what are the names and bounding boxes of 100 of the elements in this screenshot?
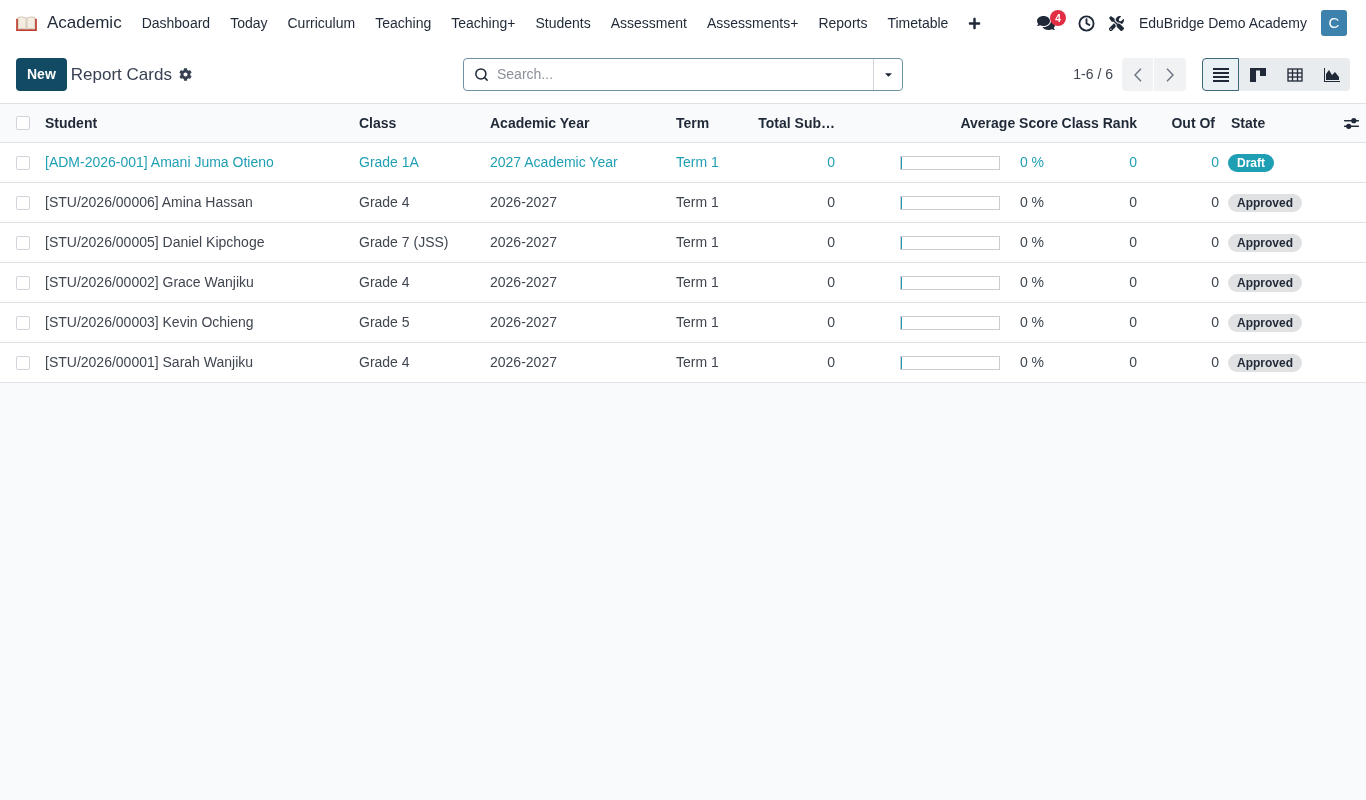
table-row[interactable]: [STU/2026/00006] Amina Hassan Grade 4 2026-2027 Term 1 0 0 % 0 0 Approved xyxy=(0,183,1366,223)
column-header[interactable]: State xyxy=(1231,112,1266,134)
table-cell-text: 0 xyxy=(1129,273,1137,292)
column-header[interactable]: Term xyxy=(676,112,710,134)
view-switch-button[interactable] xyxy=(1239,58,1276,91)
table-row[interactable]: [STU/2026/00003] Kevin Ochieng Grade 5 2026-2027 Term 1 0 0 % 0 0 Approved xyxy=(0,303,1366,343)
checkbox[interactable] xyxy=(16,355,30,370)
next-page-button[interactable] xyxy=(1154,58,1186,91)
table-cell-text: 0 xyxy=(827,313,835,332)
menu-item[interactable]: Reports xyxy=(808,12,878,34)
chevron-left-icon xyxy=(1133,67,1142,82)
area-chart-icon xyxy=(1323,67,1340,82)
table-cell-text: Term 1 xyxy=(676,273,719,292)
table-cell-text: 0 xyxy=(1129,153,1137,172)
table-cell-text: [STU/2026/00005] Daniel Kipchoge xyxy=(45,233,265,252)
column-header[interactable]: Total Sub… xyxy=(758,112,835,134)
table-cell-text: 0 xyxy=(1211,353,1219,372)
menu-item[interactable]: Curriculum xyxy=(277,12,366,34)
table-cell-text: Grade 1A xyxy=(359,153,419,172)
table-cell-text: Term 1 xyxy=(676,353,719,372)
table-cell-text: 0 % xyxy=(1019,153,1044,172)
menu-item[interactable]: Timetable xyxy=(877,12,959,34)
table-cell-text: 0 xyxy=(1211,193,1219,212)
user-avatar[interactable]: C xyxy=(1321,10,1347,36)
table-cell-text: 0 % xyxy=(1019,353,1044,372)
list-view-icon xyxy=(1212,67,1229,82)
pager-value[interactable]: 1-6 / 6 xyxy=(1073,64,1113,85)
table-cell-text: Grade 5 xyxy=(359,313,410,332)
table-cell-text: Grade 7 (JSS) xyxy=(359,233,449,252)
checkbox[interactable] xyxy=(16,235,30,250)
previous-page-button[interactable] xyxy=(1122,58,1154,91)
view-switch-button[interactable] xyxy=(1202,58,1239,91)
search-input[interactable]: Search... xyxy=(497,59,873,90)
table-cell-text: 2026-2027 xyxy=(490,233,557,252)
column-header[interactable]: Average Score xyxy=(960,112,1058,134)
table-cell-text: 0 xyxy=(1211,313,1219,332)
view-switch-button[interactable] xyxy=(1313,58,1350,91)
table-cell-text: 0 % xyxy=(1019,273,1044,292)
checkbox[interactable] xyxy=(16,116,30,130)
table-cell-text: 0 xyxy=(1129,193,1137,212)
table-cell-text: Term 1 xyxy=(676,313,719,332)
table-row[interactable]: [STU/2026/00005] Daniel Kipchoge Grade 7 (JSS) 2026-2027 Term 1 0 0 % 0 0 Approved xyxy=(0,223,1366,263)
column-header[interactable]: Class Rank xyxy=(1061,112,1137,134)
menu-item[interactable]: Dashboard xyxy=(131,12,221,34)
menu-item[interactable]: Students xyxy=(525,12,601,34)
status-badge: Approved xyxy=(1228,193,1302,212)
table-cell-text: [STU/2026/00006] Amina Hassan xyxy=(45,193,253,212)
status-badge: Approved xyxy=(1228,313,1302,332)
company-name[interactable]: EduBridge Demo Academy xyxy=(1138,12,1307,34)
plus-icon xyxy=(968,16,982,30)
table-cell-text: 0 xyxy=(827,153,835,172)
table-cell-text: 0 xyxy=(827,233,835,252)
status-badge: Draft xyxy=(1228,153,1274,172)
column-header[interactable]: Academic Year xyxy=(490,112,590,134)
table-cell-text: Term 1 xyxy=(676,193,719,212)
table-cell-text: [STU/2026/00003] Kevin Ochieng xyxy=(45,313,254,332)
table-cell-text: 0 xyxy=(1211,273,1219,292)
table-cell-text: 2026-2027 xyxy=(490,353,557,372)
app-name[interactable]: Academic xyxy=(47,10,122,36)
table-cell-text: 0 xyxy=(1211,153,1219,172)
kanban-view-icon xyxy=(1249,67,1266,82)
table-cell-text: 0 % xyxy=(1019,193,1044,212)
open-book-icon xyxy=(16,15,37,31)
search-icon xyxy=(474,67,489,82)
menu-item[interactable]: Assessment xyxy=(600,12,697,34)
new-button[interactable]: New xyxy=(16,58,67,91)
settings-icon xyxy=(178,68,192,81)
status-badge: Approved xyxy=(1228,353,1302,372)
menu-item[interactable]: Today xyxy=(220,12,278,34)
table-cell-text: [ADM-2026-001] Amani Juma Otieno xyxy=(45,153,274,172)
table-row[interactable]: [STU/2026/00001] Sarah Wanjiku Grade 4 2026-2027 Term 1 0 0 % 0 0 Approved xyxy=(0,343,1366,383)
search-field[interactable]: Search... xyxy=(463,58,903,91)
table-cell-text: 2027 Academic Year xyxy=(490,153,618,172)
column-header[interactable]: Out Of xyxy=(1171,112,1215,134)
messages-button[interactable]: 4 xyxy=(1036,8,1063,38)
table-cell-text: [STU/2026/00002] Grace Wanjiku xyxy=(45,273,254,292)
sliders-icon[interactable] xyxy=(1343,116,1359,130)
table-cell-text: 0 xyxy=(1211,233,1219,252)
menu-item[interactable]: Teaching xyxy=(365,12,442,34)
table-cell-text: 0 xyxy=(827,273,835,292)
column-header[interactable]: Student xyxy=(45,112,98,134)
table-cell-text: 2026-2027 xyxy=(490,273,557,292)
table-cell-text: 0 xyxy=(1129,353,1137,372)
table-cell-text: 0 % xyxy=(1019,313,1044,332)
table-cell-text: Grade 4 xyxy=(359,193,410,212)
table-cell-text: Grade 4 xyxy=(359,353,410,372)
checkbox[interactable] xyxy=(16,195,30,210)
table-cell-text: Term 1 xyxy=(676,233,719,252)
clock-icon xyxy=(1078,14,1096,32)
table-cell-text: 0 xyxy=(1129,313,1137,332)
menu-item[interactable]: Teaching+ xyxy=(441,12,526,34)
menu-item[interactable]: Assessments+ xyxy=(696,12,809,34)
table-cell-text: 0 xyxy=(827,353,835,372)
table-cell-text: Grade 4 xyxy=(359,273,410,292)
column-header[interactable]: Class xyxy=(359,112,397,134)
checkbox[interactable] xyxy=(16,155,30,170)
checkbox[interactable] xyxy=(16,315,30,330)
table-row[interactable]: [STU/2026/00002] Grace Wanjiku Grade 4 2026-2027 Term 1 0 0 % 0 0 Approved xyxy=(0,263,1366,303)
checkbox[interactable] xyxy=(16,275,30,290)
table-cell-text: 0 % xyxy=(1019,233,1044,252)
